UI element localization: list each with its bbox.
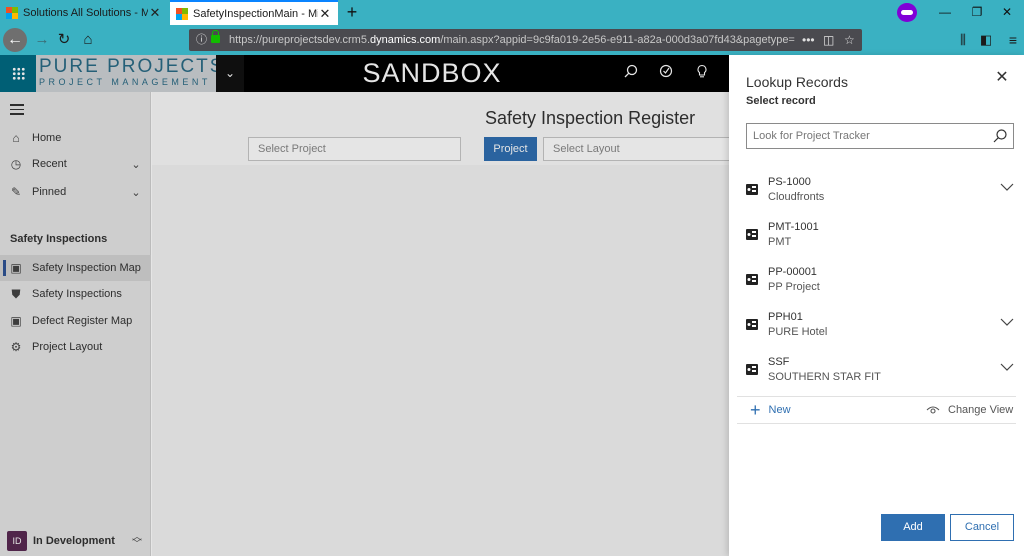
restore-icon[interactable]: ❐: [960, 0, 994, 25]
project-record-icon: [746, 229, 758, 240]
lookup-record[interactable]: SSF SOUTHERN STAR FIT: [729, 348, 1024, 393]
add-button[interactable]: Add: [881, 514, 945, 541]
lookup-record[interactable]: PMT-1001 PMT: [729, 213, 1024, 258]
record-name: SOUTHERN STAR FIT: [768, 371, 881, 383]
tab-title: SafetyInspectionMain - Microsoft: [193, 7, 318, 20]
project-record-icon: [746, 319, 758, 330]
chevron-down-icon[interactable]: [999, 359, 1015, 375]
lookup-records-panel: Lookup Records Select record ✕ PS-1000 C…: [729, 55, 1024, 556]
address-bar[interactable]: ⓘ https://pureprojectsdev.crm5.dynamics.…: [189, 29, 862, 51]
minimize-icon[interactable]: —: [928, 0, 962, 25]
record-code: PPH01: [768, 311, 803, 323]
back-icon[interactable]: ←: [3, 28, 27, 52]
record-name: Cloudfronts: [768, 191, 825, 203]
library-icon[interactable]: ⫼: [952, 29, 974, 51]
panel-subtitle: Select record: [746, 95, 816, 107]
forward-icon[interactable]: →: [31, 29, 53, 51]
record-name: PMT: [768, 236, 792, 248]
new-tab-icon[interactable]: +: [342, 2, 362, 22]
browser-tab-bar: Solutions All Solutions - Microsof ✕ Saf…: [0, 0, 1024, 25]
lookup-record[interactable]: PP-00001 PP Project: [729, 258, 1024, 303]
record-code: PP-00001: [768, 266, 817, 278]
tab-title: Solutions All Solutions - Microsof: [23, 6, 148, 19]
lookup-search-box: [746, 123, 1014, 149]
chevron-down-icon[interactable]: [999, 179, 1015, 195]
plus-icon: +: [750, 400, 761, 420]
search-icon[interactable]: [992, 128, 1008, 144]
lookup-record[interactable]: PPH01 PURE Hotel: [729, 303, 1024, 348]
close-icon[interactable]: ✕: [318, 6, 332, 22]
window-close-icon[interactable]: ✕: [990, 0, 1024, 25]
record-name: PURE Hotel: [768, 326, 828, 338]
lookup-search-input[interactable]: [747, 124, 977, 148]
reload-icon[interactable]: ↻: [53, 29, 75, 51]
pocket-icon[interactable]: ◫: [823, 29, 834, 51]
new-label: New: [768, 404, 791, 416]
divider: [737, 423, 1016, 424]
browser-tab-safety-inspection[interactable]: SafetyInspectionMain - Microsoft ✕: [170, 0, 338, 25]
project-record-icon: [746, 184, 758, 195]
close-icon[interactable]: ✕: [148, 5, 162, 21]
url-text: https://pureprojectsdev.crm5.dynamics.co…: [229, 34, 795, 46]
project-record-icon: [746, 364, 758, 375]
eye-icon: [926, 405, 940, 415]
record-name: PP Project: [768, 281, 820, 293]
microsoft-icon: [6, 6, 18, 19]
divider: [737, 396, 1016, 397]
private-browsing-icon: [897, 3, 917, 22]
browser-nav-bar: ← → ↻ ⌂ ⓘ https://pureprojectsdev.crm5.d…: [0, 25, 1024, 55]
info-icon[interactable]: ⓘ: [196, 29, 207, 51]
project-record-icon: [746, 274, 758, 285]
record-code: SSF: [768, 356, 790, 368]
new-record-button[interactable]: + New: [750, 401, 791, 419]
modal-overlay: [0, 55, 729, 556]
bookmark-star-icon[interactable]: ☆: [844, 29, 855, 51]
change-view-label: Change View: [948, 404, 1014, 416]
change-view-button[interactable]: Change View: [926, 401, 1013, 419]
home-icon[interactable]: ⌂: [77, 29, 99, 51]
record-code: PS-1000: [768, 176, 811, 188]
chevron-down-icon[interactable]: [999, 314, 1015, 330]
browser-tab-solutions[interactable]: Solutions All Solutions - Microsof ✕: [0, 0, 168, 25]
menu-icon[interactable]: ≡: [1002, 29, 1024, 51]
more-icon[interactable]: •••: [802, 29, 815, 51]
panel-title: Lookup Records: [746, 74, 848, 90]
record-code: PMT-1001: [768, 221, 819, 233]
close-icon[interactable]: ✕: [993, 69, 1011, 87]
cancel-button[interactable]: Cancel: [950, 514, 1014, 541]
lookup-record[interactable]: PS-1000 Cloudfronts: [729, 168, 1024, 213]
microsoft-icon: [176, 7, 188, 20]
lock-icon: [211, 30, 220, 43]
sidebar-icon[interactable]: ◧: [975, 29, 997, 51]
